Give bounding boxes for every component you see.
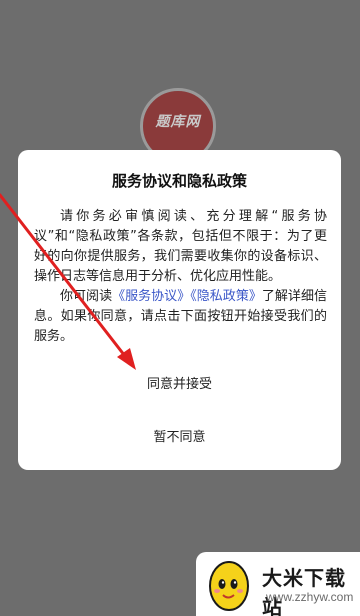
watermark-title: 大米下载站 [262, 566, 346, 616]
app-logo-text: 题库网 [155, 114, 201, 130]
privacy-policy-link[interactable]: 《隐私政策》 [190, 289, 262, 304]
agree-button[interactable]: 同意并接受 [18, 374, 341, 396]
disagree-button[interactable]: 暂不同意 [18, 427, 341, 449]
privacy-dialog: 服务协议和隐私政策 请你务必审慎阅读、充分理解“服务协议”和“隐私政策”各条款，… [18, 150, 341, 470]
dialog-title: 服务协议和隐私政策 [111, 172, 247, 190]
rice-mascot-icon [209, 561, 249, 611]
dialog-body: 请你务必审慎阅读、充分理解“服务协议”和“隐私政策”各条款，包括但不限于：为了更… [34, 207, 327, 347]
service-agreement-link[interactable]: 《服务协议》 [112, 289, 190, 304]
watermark: 大米下载站 www.zzhyw.com [196, 552, 360, 616]
dialog-paragraph-1: 请你务必审慎阅读、充分理解“服务协议”和“隐私政策”各条款，包括但不限于：为了更… [34, 209, 327, 284]
dialog-paragraph-2: 你可阅读《服务协议》《隐私政策》了解详细信息。如果你同意，请点击下面按钮开始接受… [34, 287, 327, 347]
paragraph-2-prefix: 你可阅读 [60, 289, 113, 304]
watermark-url: www.zzhyw.com [266, 590, 354, 604]
